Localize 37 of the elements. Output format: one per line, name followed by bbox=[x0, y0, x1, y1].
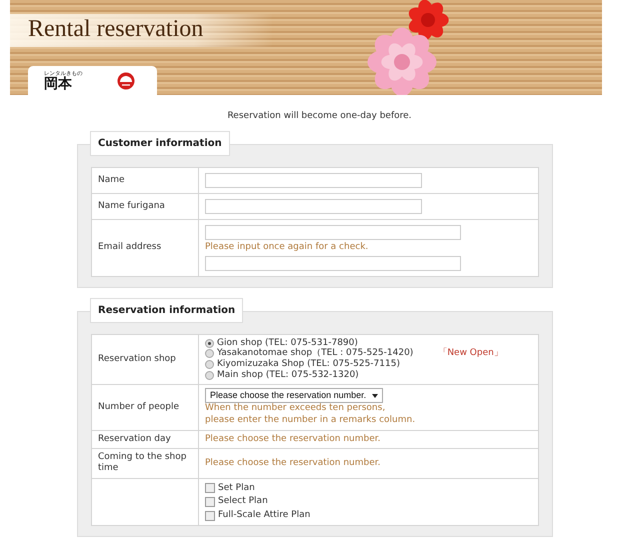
radio-button[interactable] bbox=[205, 349, 214, 358]
hint-text: When the number exceeds ten persons, please enter the number in a remarks column. bbox=[205, 403, 416, 426]
radio-button[interactable] bbox=[205, 338, 214, 348]
field-label: Number of people bbox=[98, 402, 180, 412]
checkbox[interactable] bbox=[205, 496, 215, 507]
option-label: Set Plan bbox=[218, 482, 255, 494]
option-label: Select Plan bbox=[218, 496, 268, 508]
option-label: Yasakanotomae shop（TEL : 075-525-1420) bbox=[217, 348, 414, 359]
section-title: Customer information bbox=[90, 131, 230, 156]
new-open-label: 「New Open」 bbox=[438, 348, 503, 360]
dropdown[interactable]: Please choose the reservation number. bbox=[205, 388, 384, 404]
input-field[interactable] bbox=[205, 225, 461, 240]
hint-text: Please input once again for a check. bbox=[205, 242, 370, 254]
notice-text: Reservation will become one-day before. bbox=[226, 111, 413, 121]
radio-button[interactable] bbox=[205, 360, 214, 370]
option-label: Kiyomizuzaka Shop (TEL: 075-525-7115) bbox=[217, 359, 400, 370]
field-label: Coming to the shop time bbox=[98, 452, 186, 474]
option-label: Gion shop (TEL: 075-531-7890) bbox=[217, 338, 358, 348]
option-label: Full-Scale Attire Plan bbox=[218, 510, 310, 522]
input-field[interactable] bbox=[205, 173, 422, 188]
input-field[interactable] bbox=[205, 199, 422, 214]
hint-text: Please choose the reservation number. bbox=[205, 458, 382, 470]
section-title: Reservation information bbox=[90, 298, 244, 323]
checkbox[interactable] bbox=[205, 483, 215, 494]
field-label: Reservation day bbox=[98, 434, 171, 444]
fan-logo-icon bbox=[117, 72, 135, 90]
field-label: Name bbox=[98, 174, 125, 185]
radio-button[interactable] bbox=[205, 370, 214, 380]
field-label: Name furigana bbox=[98, 200, 165, 211]
field-label: Reservation shop bbox=[98, 354, 176, 364]
checkbox[interactable] bbox=[205, 510, 215, 521]
hint-text: Please choose the reservation number. bbox=[205, 434, 382, 446]
input-field[interactable] bbox=[205, 256, 461, 271]
option-label: Main shop (TEL: 075-532-1320) bbox=[217, 370, 359, 381]
caret-icon bbox=[372, 394, 378, 398]
field-label: Email address bbox=[98, 242, 162, 252]
logo-name: 岡本 bbox=[44, 76, 72, 90]
